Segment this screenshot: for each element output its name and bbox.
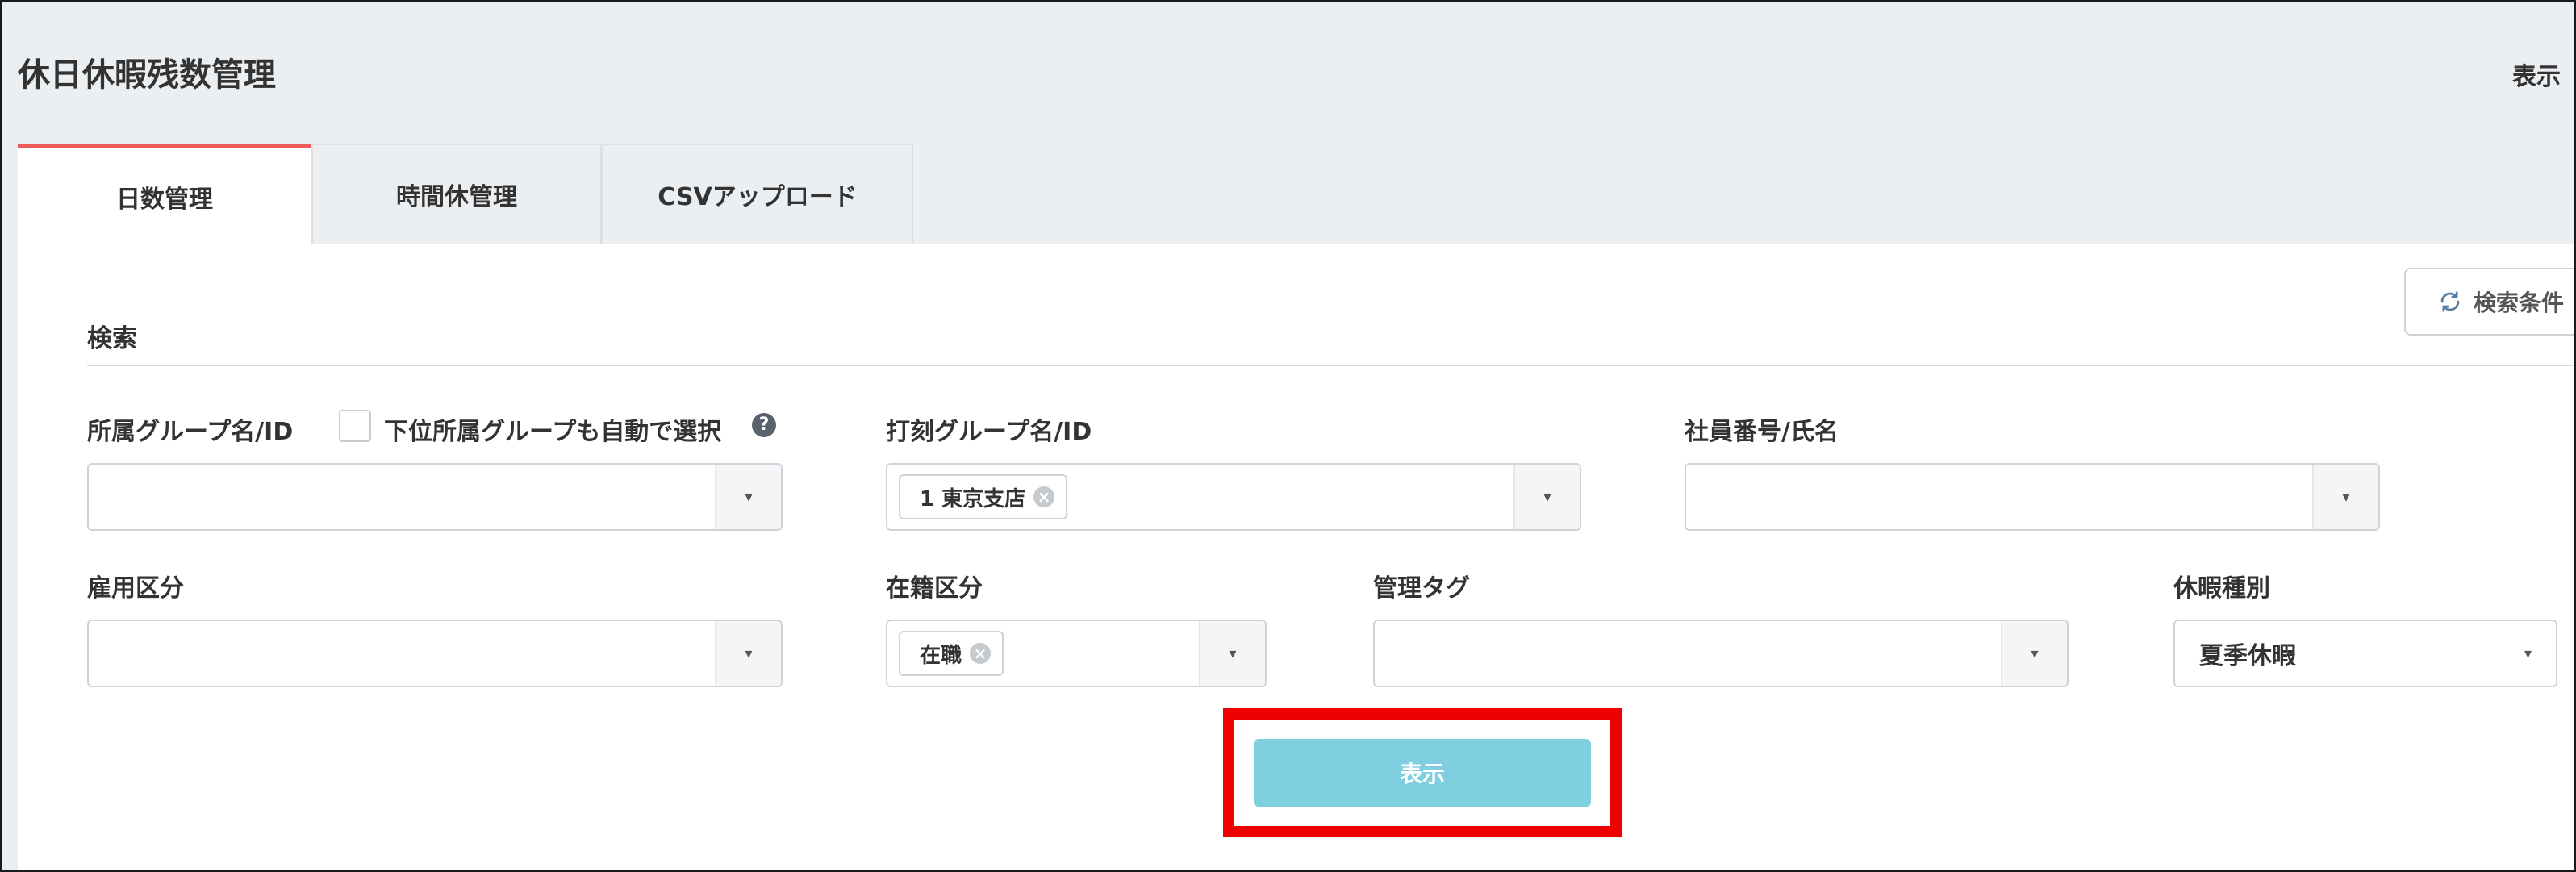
stamp-group-select[interactable]: 1 東京支店 × ▾ [886, 463, 1581, 531]
employment-type-label: 雇用区分 [87, 574, 184, 603]
tab-hourly-leave-management[interactable]: 時間休管理 [311, 144, 602, 244]
leave-type-value: 夏季休暇 [2199, 642, 2296, 670]
chevron-down-icon: ▾ [2001, 621, 2067, 686]
enrollment-status-select[interactable]: 在職 × ▾ [886, 620, 1267, 687]
remove-chip-icon[interactable]: × [970, 643, 992, 664]
tab-csv-upload[interactable]: CSVアップロード [602, 144, 913, 244]
employee-label: 社員番号/氏名 [1685, 418, 1839, 446]
highlight-annotation-box [1223, 708, 1622, 837]
management-tag-select[interactable]: ▾ [1373, 620, 2069, 687]
selected-chip: 1 東京支店 × [899, 474, 1068, 519]
reset-search-conditions-button[interactable]: 検索条件 [2404, 268, 2574, 336]
affiliation-group-select[interactable]: ▾ [87, 463, 783, 531]
section-divider [87, 365, 2574, 366]
management-tag-label: 管理タグ [1373, 574, 1470, 603]
help-icon[interactable]: ? [752, 413, 776, 437]
leave-type-select[interactable]: 夏季休暇 ▾ [2173, 620, 2557, 687]
employee-select[interactable]: ▾ [1685, 463, 2380, 531]
display-settings-link[interactable]: 表示 [2512, 56, 2561, 92]
selected-chip: 在職 × [899, 631, 1004, 676]
search-panel: 検索条件 検索 所属グループ名/ID 下位所属グループも自動で選択 ? ▾ 打刻… [18, 244, 2574, 870]
chevron-down-icon: ▾ [2312, 465, 2378, 529]
chevron-down-icon: ▾ [715, 465, 781, 529]
chevron-down-icon: ▾ [2524, 645, 2532, 662]
sub-group-auto-select-label: 下位所属グループも自動で選択 [384, 418, 722, 446]
employment-type-select[interactable]: ▾ [87, 620, 783, 687]
leave-type-label: 休暇種別 [2173, 574, 2270, 603]
chevron-down-icon: ▾ [1199, 621, 1265, 686]
tab-label: CSVアップロード [658, 183, 858, 211]
affiliation-group-label: 所属グループ名/ID [87, 418, 294, 446]
sub-group-auto-select-checkbox[interactable] [339, 410, 371, 442]
remove-chip-icon[interactable]: × [1033, 486, 1055, 507]
chip-label: 在職 [920, 643, 962, 668]
reset-button-label: 検索条件 [2474, 290, 2565, 316]
tab-label: 時間休管理 [396, 183, 517, 211]
page-title: 休日休暇残数管理 [18, 56, 276, 94]
stamp-group-label: 打刻グループ名/ID [886, 418, 1092, 446]
chevron-down-icon: ▾ [715, 621, 781, 686]
chevron-down-icon: ▾ [1513, 465, 1580, 529]
enrollment-status-label: 在籍区分 [886, 574, 983, 603]
app-frame: 休日休暇残数管理 表示 日数管理 時間休管理 CSVアップロード 検索条件 検索… [0, 0, 2576, 872]
chip-label: 1 東京支店 [920, 486, 1026, 511]
tab-day-management[interactable]: 日数管理 [18, 144, 311, 245]
tab-label: 日数管理 [116, 186, 213, 214]
refresh-icon [2440, 291, 2460, 312]
search-section-title: 検索 [87, 324, 137, 353]
